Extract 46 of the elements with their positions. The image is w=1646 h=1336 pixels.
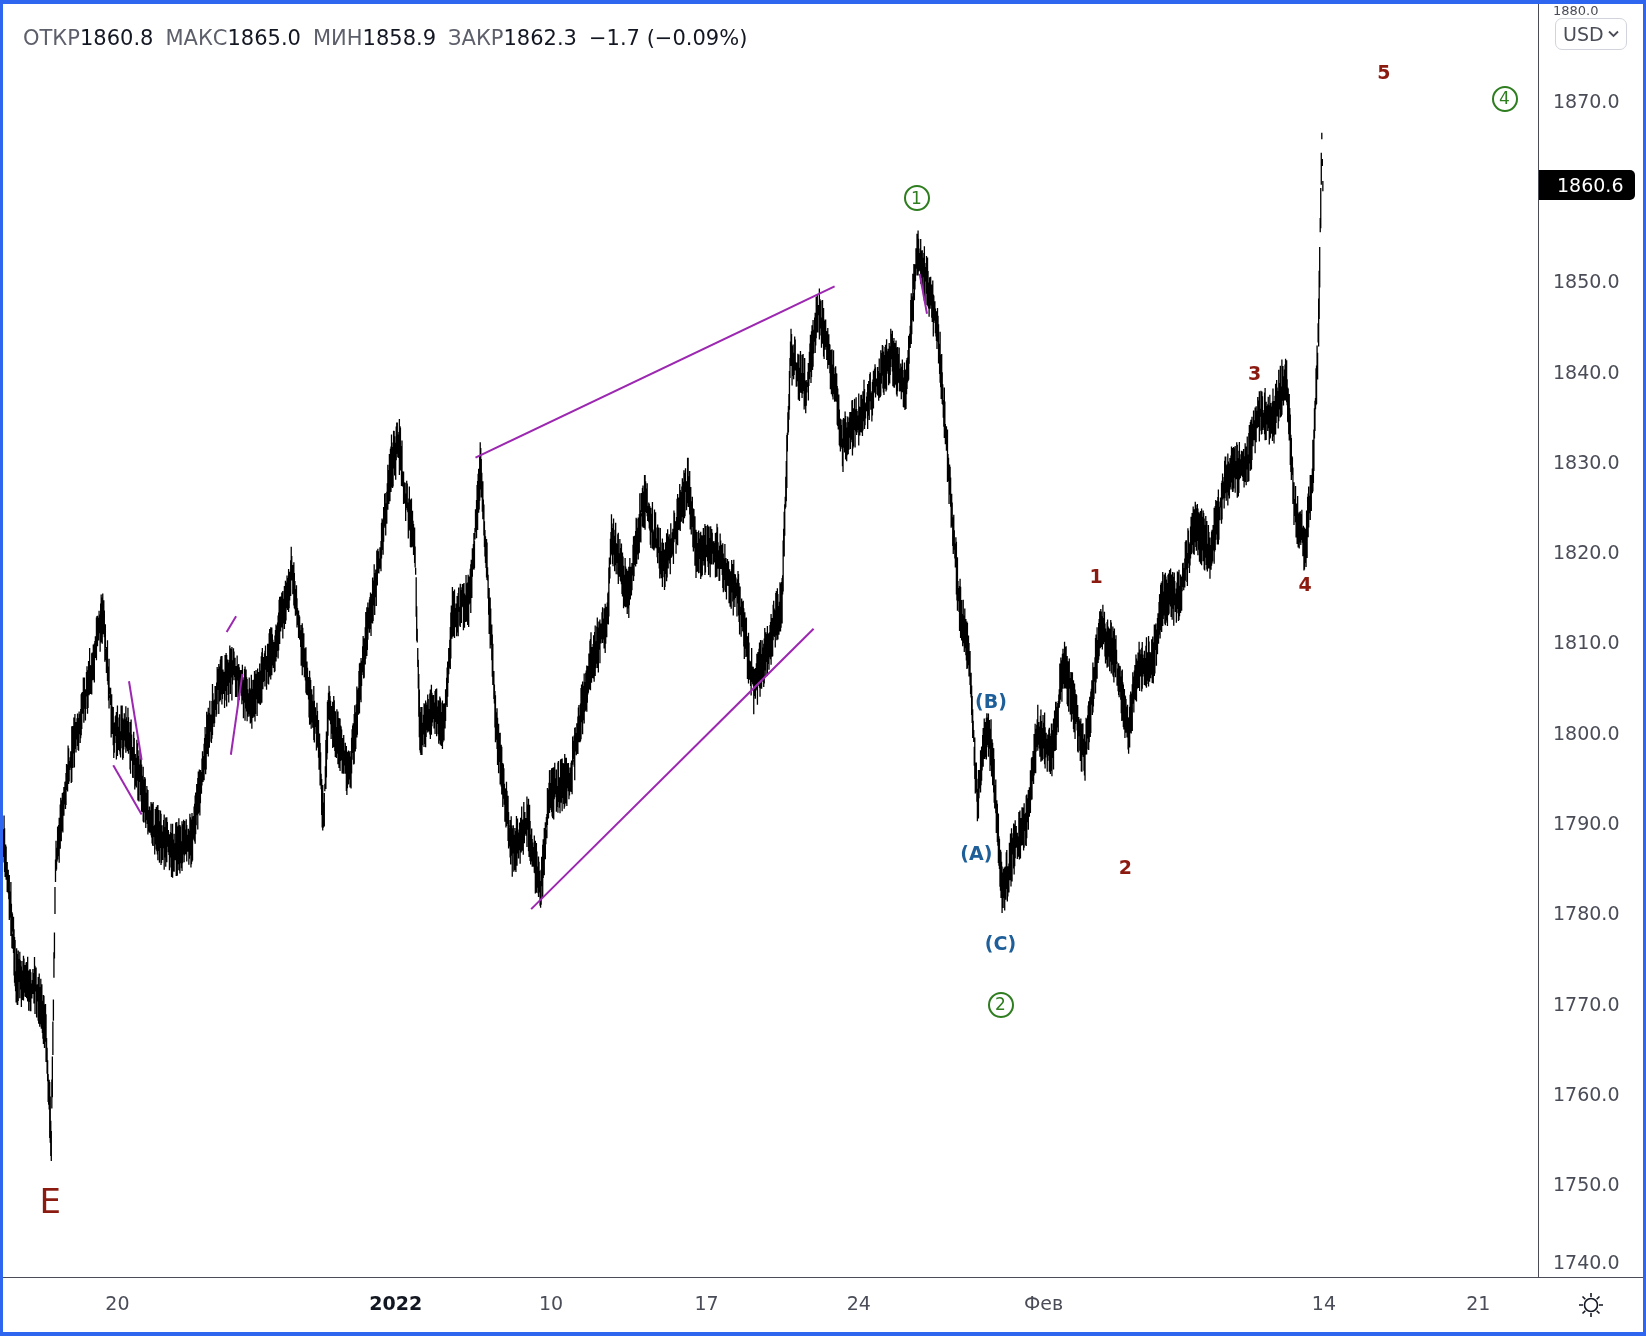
wave-label: E	[39, 1184, 61, 1218]
circled-wave-label: 4	[1491, 85, 1518, 112]
wave-label: 3	[1248, 363, 1262, 383]
wave-label: 4	[1298, 574, 1312, 594]
time-label: 10	[539, 1292, 564, 1314]
current-price-label: 1860.6	[1539, 169, 1636, 200]
price-label: 1840.0	[1553, 360, 1620, 383]
trend-line	[112, 764, 143, 816]
price-label: 1740.0	[1553, 1251, 1620, 1273]
price-label: 1810.0	[1553, 631, 1620, 654]
price-label: 1880.0	[1553, 2, 1599, 18]
currency-dropdown[interactable]: USD	[1555, 18, 1627, 50]
price-label: 1850.0	[1553, 270, 1620, 293]
time-label: 2022	[369, 1292, 423, 1314]
time-label: 24	[846, 1292, 871, 1314]
wave-label: 1	[1089, 566, 1103, 586]
price-label: 1870.0	[1553, 89, 1620, 112]
circled-wave-label: 2	[987, 991, 1014, 1018]
wave-label: 5	[1377, 62, 1391, 82]
settings-icon[interactable]	[1577, 1291, 1605, 1319]
price-label: 1770.0	[1553, 992, 1620, 1015]
circled-wave-label: 1	[903, 185, 930, 212]
legend-value: ОТКР1860.8	[23, 26, 154, 50]
wave-label: (B)	[975, 691, 1007, 711]
trend-line	[225, 615, 238, 633]
wave-label: (C)	[984, 933, 1017, 953]
legend-value: МАКС1865.0	[165, 26, 301, 50]
price-label: 1750.0	[1553, 1173, 1620, 1196]
trend-line	[918, 272, 928, 315]
wave-label: (A)	[960, 843, 993, 863]
price-label: 1820.0	[1553, 541, 1620, 564]
time-label: 21	[1466, 1292, 1491, 1314]
legend-value: МИН1858.9	[312, 26, 437, 50]
time-label: 14	[1311, 1292, 1336, 1314]
time-label: 17	[694, 1292, 719, 1314]
time-label: 20	[105, 1292, 130, 1314]
time-label: Фев	[1023, 1292, 1064, 1314]
price-label: 1760.0	[1553, 1082, 1620, 1105]
legend-value: ЗАКР1862.3	[448, 26, 577, 50]
wave-label: 2	[1118, 857, 1133, 877]
price-label: 1780.0	[1553, 902, 1620, 925]
price-label: 1830.0	[1553, 450, 1620, 473]
chevron-down-icon	[1607, 30, 1619, 38]
price-label: 1790.0	[1553, 812, 1620, 834]
change-value: −1.7 (−0.09%)	[588, 26, 748, 50]
price-label: 1800.0	[1553, 721, 1620, 744]
